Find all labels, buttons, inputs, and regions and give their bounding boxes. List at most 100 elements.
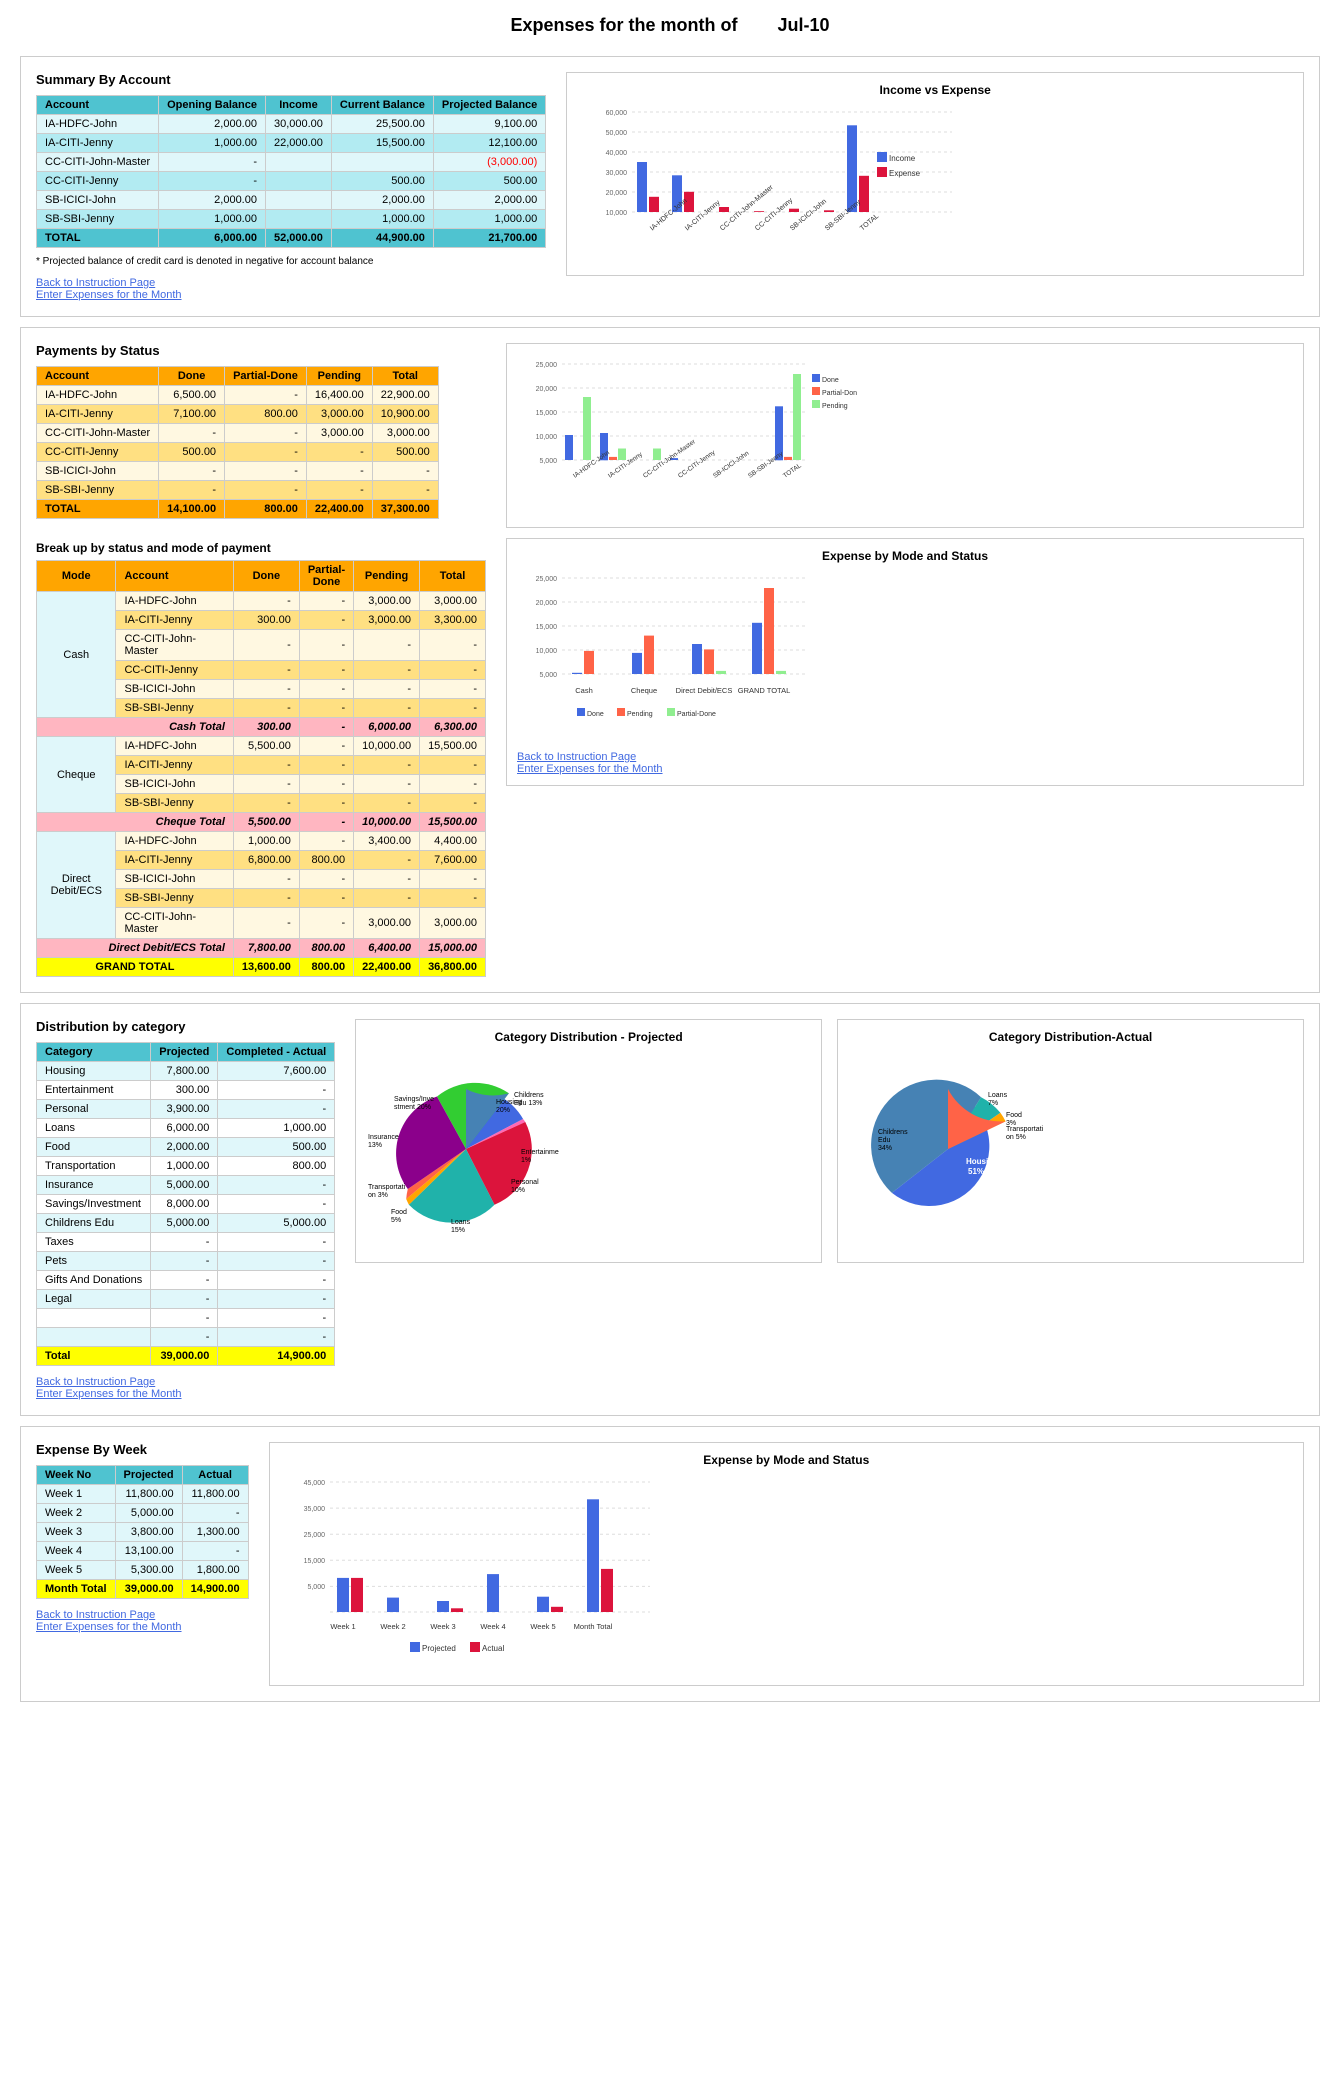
value-cell: - bbox=[354, 699, 420, 718]
bk-col-pending: Pending bbox=[354, 561, 420, 592]
expense-mode-status-chart: Expense by Mode and Status 25,000 20,000… bbox=[506, 538, 1304, 786]
svg-text:TOTAL: TOTAL bbox=[782, 462, 803, 480]
svg-text:60,000: 60,000 bbox=[606, 110, 628, 117]
value-cell: - bbox=[233, 775, 299, 794]
svg-text:SB-ICICI-John: SB-ICICI-John bbox=[712, 450, 751, 480]
summary-cell: 30,000.00 bbox=[265, 115, 331, 134]
table-row: Week 25,000.00- bbox=[37, 1504, 249, 1523]
payments-left: Payments by Status Account Done Partial-… bbox=[36, 343, 486, 977]
back-link-1[interactable]: Back to Instruction Page bbox=[36, 277, 546, 289]
summary-cell: CC-CITI-John-Master bbox=[37, 153, 159, 172]
payments-cell: - bbox=[159, 462, 225, 481]
pie-chart-actual: Category Distribution-Actual Housing 51 bbox=[837, 1019, 1304, 1263]
svg-text:Cash: Cash bbox=[575, 686, 593, 695]
section-header-payments: Payments by Status bbox=[36, 343, 486, 358]
week-col-actual: Actual bbox=[182, 1466, 248, 1485]
weekly-links: Back to Instruction Page Enter Expenses … bbox=[36, 1609, 249, 1633]
value-cell: 6,800.00 bbox=[233, 851, 299, 870]
svg-text:Direct Debit/ECS: Direct Debit/ECS bbox=[676, 686, 733, 695]
value-cell: 3,300.00 bbox=[420, 611, 486, 630]
table-row: Taxes-- bbox=[37, 1233, 335, 1252]
value-cell: 1,000.00 bbox=[233, 832, 299, 851]
svg-text:5,000: 5,000 bbox=[307, 1584, 325, 1591]
svg-text:25,000: 25,000 bbox=[303, 1532, 325, 1539]
dist-col-cat: Category bbox=[37, 1043, 151, 1062]
payments-cell: 3,000.00 bbox=[306, 405, 372, 424]
page-title: Expenses for the month of Jul-10 bbox=[0, 0, 1340, 46]
week-col-proj: Projected bbox=[115, 1466, 182, 1485]
dist-cell: - bbox=[218, 1081, 335, 1100]
value-cell: - bbox=[299, 832, 353, 851]
svg-text:on 5%: on 5% bbox=[1006, 1134, 1026, 1141]
value-cell: - bbox=[354, 630, 420, 661]
table-row: CashIA-HDFC-John--3,000.003,000.00 bbox=[37, 592, 486, 611]
back-link-2[interactable]: Back to Instruction Page bbox=[517, 751, 1293, 763]
payments-cell: CC-CITI-Jenny bbox=[37, 443, 159, 462]
svg-text:on 3%: on 3% bbox=[368, 1192, 388, 1199]
payments-svg: 25,000 20,000 15,000 10,000 5,000 bbox=[517, 354, 857, 514]
payments-cell: - bbox=[306, 443, 372, 462]
dist-cell: Legal bbox=[37, 1290, 151, 1309]
payments-cell: 14,100.00 bbox=[159, 500, 225, 519]
dist-cell: - bbox=[218, 1271, 335, 1290]
payments-cell: - bbox=[225, 386, 307, 405]
value-cell: - bbox=[299, 737, 353, 756]
summary-cell: 21,700.00 bbox=[433, 229, 545, 248]
summary-cell: 500.00 bbox=[433, 172, 545, 191]
pie-chart-projected: Category Distribution - Projected bbox=[355, 1019, 822, 1263]
dist-cell: - bbox=[218, 1176, 335, 1195]
table-row: -- bbox=[37, 1328, 335, 1347]
week-cell: 1,800.00 bbox=[182, 1561, 248, 1580]
summary-cell: 2,000.00 bbox=[433, 191, 545, 210]
svg-text:1%: 1% bbox=[521, 1157, 531, 1164]
dist-cell: - bbox=[218, 1195, 335, 1214]
bk-col-done: Done bbox=[233, 561, 299, 592]
summary-left: Summary By Account Account Opening Balan… bbox=[36, 72, 546, 301]
summary-cell: 25,500.00 bbox=[331, 115, 433, 134]
value-cell: - bbox=[233, 908, 299, 939]
week-cell: 14,900.00 bbox=[182, 1580, 248, 1599]
dist-cell: Savings/Investment bbox=[37, 1195, 151, 1214]
col-projected: Projected Balance bbox=[433, 96, 545, 115]
value-cell: 3,000.00 bbox=[354, 611, 420, 630]
summary-cell: 2,000.00 bbox=[159, 115, 266, 134]
svg-text:10%: 10% bbox=[511, 1187, 525, 1194]
dist-cell: Entertainment bbox=[37, 1081, 151, 1100]
dist-cell: - bbox=[151, 1290, 218, 1309]
enter-expenses-link-3[interactable]: Enter Expenses for the Month bbox=[36, 1388, 335, 1400]
week-cell: Week 2 bbox=[37, 1504, 116, 1523]
col-current: Current Balance bbox=[331, 96, 433, 115]
svg-text:IA-HDFC-John: IA-HDFC-John bbox=[572, 449, 611, 479]
weekly-left: Expense By Week Week No Projected Actual… bbox=[36, 1442, 249, 1633]
section-weekly: Expense By Week Week No Projected Actual… bbox=[20, 1426, 1320, 1702]
svg-text:stment 20%: stment 20% bbox=[394, 1104, 431, 1111]
dist-cell: Gifts And Donations bbox=[37, 1271, 151, 1290]
payments-cell: 6,500.00 bbox=[159, 386, 225, 405]
chart-title-mode-status: Expense by Mode and Status bbox=[517, 549, 1293, 563]
dist-cell: - bbox=[151, 1233, 218, 1252]
table-row: Month Total39,000.0014,900.00 bbox=[37, 1580, 249, 1599]
payments-cell: 22,400.00 bbox=[306, 500, 372, 519]
week-cell: 5,000.00 bbox=[115, 1504, 182, 1523]
dist-total-cell: 39,000.00 bbox=[151, 1347, 218, 1366]
pay-col-account: Account bbox=[37, 367, 159, 386]
svg-text:51%: 51% bbox=[968, 1167, 984, 1176]
enter-expenses-link-4[interactable]: Enter Expenses for the Month bbox=[36, 1621, 249, 1633]
dist-cell: Childrens Edu bbox=[37, 1214, 151, 1233]
summary-cell bbox=[265, 172, 331, 191]
summary-cell: 44,900.00 bbox=[331, 229, 433, 248]
payments-cell: 10,900.00 bbox=[372, 405, 438, 424]
value-cell: 3,000.00 bbox=[420, 592, 486, 611]
svg-text:Expense: Expense bbox=[889, 169, 921, 178]
dist-cell: 300.00 bbox=[151, 1081, 218, 1100]
back-link-3[interactable]: Back to Instruction Page bbox=[36, 1376, 335, 1388]
table-row: ChequeIA-HDFC-John5,500.00-10,000.0015,5… bbox=[37, 737, 486, 756]
back-link-4[interactable]: Back to Instruction Page bbox=[36, 1609, 249, 1621]
dist-cell: - bbox=[151, 1252, 218, 1271]
svg-text:Cheque: Cheque bbox=[631, 686, 657, 695]
enter-expenses-link-1[interactable]: Enter Expenses for the Month bbox=[36, 289, 546, 301]
acc-cell: SB-ICICI-John bbox=[116, 870, 233, 889]
dist-cell: - bbox=[218, 1252, 335, 1271]
enter-expenses-link-2[interactable]: Enter Expenses for the Month bbox=[517, 763, 1293, 775]
summary-cell: SB-ICICI-John bbox=[37, 191, 159, 210]
